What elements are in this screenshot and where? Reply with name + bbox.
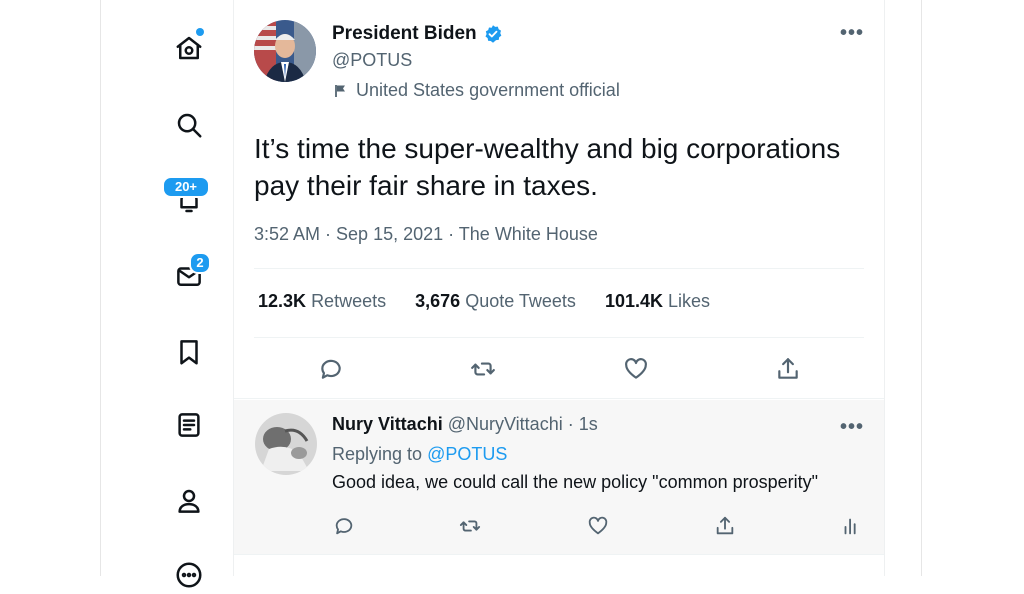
list-icon xyxy=(178,413,200,437)
author-avatar[interactable] xyxy=(254,20,316,82)
search-icon xyxy=(177,113,202,138)
share-icon xyxy=(716,516,734,535)
reply-analytics-button[interactable] xyxy=(838,513,864,539)
flag-icon xyxy=(335,85,345,97)
reply-text: Good idea, we could call the new policy … xyxy=(332,472,819,492)
more-circle-icon xyxy=(176,562,202,588)
author-display-name[interactable]: President Biden xyxy=(332,23,477,45)
divider xyxy=(234,554,884,555)
reply-retweet-button[interactable] xyxy=(457,513,483,539)
sidebar-nav xyxy=(100,0,233,576)
retweet-icon xyxy=(471,362,495,376)
heart-icon xyxy=(588,516,608,535)
reply-timestamp[interactable]: · 1s xyxy=(568,414,598,434)
profile-icon xyxy=(178,489,200,513)
tweet-stats: 12.3K Retweets 3,676 Quote Tweets 101.4K… xyxy=(258,291,734,312)
quote-tweets-stat[interactable]: 3,676 Quote Tweets xyxy=(415,291,576,311)
share-button[interactable] xyxy=(771,352,805,386)
tweet-timestamp-source[interactable]: 3:52 AM · Sep 15, 2021 · The White House xyxy=(254,224,598,245)
replying-to: Replying to @POTUS xyxy=(332,444,507,465)
reply-button[interactable] xyxy=(314,352,348,386)
replying-to-label: Replying to xyxy=(332,444,423,464)
retweet-button[interactable] xyxy=(466,352,500,386)
home-notification-dot xyxy=(196,28,204,36)
divider xyxy=(234,398,884,399)
bookmark-icon xyxy=(180,340,198,365)
reply-author-avatar[interactable] xyxy=(255,413,317,475)
retweet-icon xyxy=(459,520,481,532)
page-right-border xyxy=(921,0,922,576)
retweets-label: Retweets xyxy=(311,291,387,311)
likes-stat[interactable]: 101.4K Likes xyxy=(605,291,710,311)
retweets-count: 12.3K xyxy=(258,291,307,311)
like-button[interactable] xyxy=(619,352,653,386)
sidebar-item-profile[interactable] xyxy=(170,482,208,520)
verified-badge-icon xyxy=(485,25,502,43)
retweets-stat[interactable]: 12.3K Retweets xyxy=(258,291,386,311)
reply-header: Nury Vittachi @NuryVittachi · 1s xyxy=(332,414,598,435)
tweet-more-menu-icon[interactable]: ••• xyxy=(840,22,864,45)
tweet-text: It’s time the super-wealthy and big corp… xyxy=(254,133,841,201)
home-icon xyxy=(176,36,202,60)
reply-share-button[interactable] xyxy=(712,513,738,539)
quote-tweets-label: Quote Tweets xyxy=(465,291,576,311)
reply-like-button[interactable] xyxy=(585,513,611,539)
messages-badge: 2 xyxy=(189,252,211,274)
replying-to-handle-link[interactable]: @POTUS xyxy=(427,444,507,464)
reply-icon xyxy=(335,518,353,535)
reply-reply-button[interactable] xyxy=(331,513,357,539)
reply-more-menu-icon[interactable]: ••• xyxy=(840,416,864,439)
sidebar-item-more[interactable] xyxy=(170,556,208,594)
timeline-right-border xyxy=(884,0,885,576)
reply-author-handle[interactable]: @NuryVittachi xyxy=(448,414,563,434)
notifications-badge: 20+ xyxy=(162,176,210,198)
divider xyxy=(254,268,864,269)
share-icon xyxy=(778,358,798,379)
analytics-icon xyxy=(844,518,856,535)
author-handle[interactable]: @POTUS xyxy=(332,50,412,71)
likes-label: Likes xyxy=(668,291,711,311)
sidebar-item-bookmarks[interactable] xyxy=(170,333,208,371)
reply-author-name[interactable]: Nury Vittachi xyxy=(332,414,443,434)
sidebar-item-explore[interactable] xyxy=(170,106,208,144)
reply-icon xyxy=(321,359,341,379)
quote-tweets-count: 3,676 xyxy=(415,291,461,311)
divider xyxy=(254,337,864,338)
likes-count: 101.4K xyxy=(604,291,663,311)
sidebar-item-lists[interactable] xyxy=(170,406,208,444)
account-label: United States government official xyxy=(356,80,620,100)
heart-icon xyxy=(625,358,647,379)
